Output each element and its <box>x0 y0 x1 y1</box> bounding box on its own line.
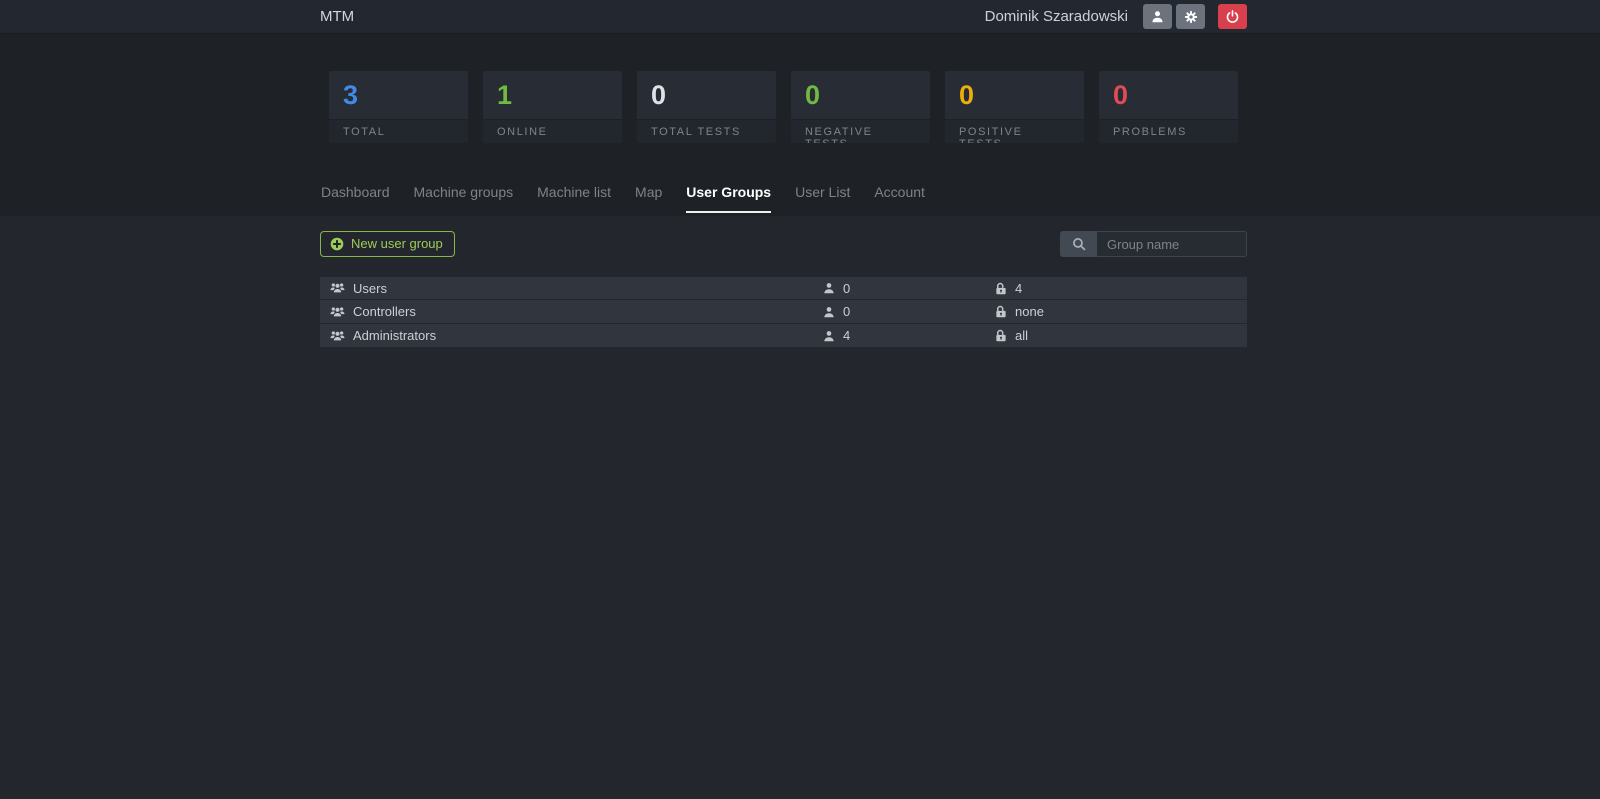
group-name: Administrators <box>353 328 436 343</box>
stat-value: 3 <box>329 71 468 119</box>
users-group-icon <box>330 306 345 318</box>
table-row[interactable]: Users 0 4 <box>320 276 1247 300</box>
app-brand: MTM <box>320 8 354 25</box>
tab-user-list[interactable]: User List <box>795 184 850 213</box>
group-name: Users <box>353 281 387 296</box>
group-name: Controllers <box>353 304 416 319</box>
plus-circle-icon <box>330 237 344 251</box>
stats-section: 3 TOTAL 1 ONLINE 0 TOTAL TESTS 0 NEGATIV… <box>0 34 1600 216</box>
current-username: Dominik Szaradowski <box>985 8 1128 25</box>
new-user-group-button[interactable]: New user group <box>320 231 455 257</box>
tab-bar: Dashboard Machine groups Machine list Ma… <box>320 184 1247 213</box>
table-row[interactable]: Administrators 4 all <box>320 324 1247 348</box>
group-search <box>1060 231 1247 257</box>
search-addon <box>1060 231 1097 257</box>
stat-label: PROBLEMS <box>1099 119 1238 143</box>
tab-machine-groups[interactable]: Machine groups <box>414 184 514 213</box>
settings-button[interactable] <box>1176 4 1205 29</box>
toolbar: New user group <box>320 231 1247 257</box>
stats-row: 3 TOTAL 1 ONLINE 0 TOTAL TESTS 0 NEGATIV… <box>320 71 1247 143</box>
group-user-count: 4 <box>843 328 850 343</box>
top-navbar: MTM Dominik Szaradowski <box>0 0 1600 34</box>
tab-machine-list[interactable]: Machine list <box>537 184 611 213</box>
unlock-icon <box>995 282 1007 295</box>
tab-map[interactable]: Map <box>635 184 662 213</box>
stat-value: 0 <box>945 71 1084 119</box>
users-group-icon <box>330 282 345 294</box>
stat-value: 0 <box>1099 71 1238 119</box>
stat-value: 1 <box>483 71 622 119</box>
profile-button[interactable] <box>1143 4 1172 29</box>
stat-card: 0 TOTAL TESTS <box>637 71 776 143</box>
stat-card: 0 POSITIVE TESTS <box>945 71 1084 143</box>
user-icon <box>823 306 835 318</box>
stat-value: 0 <box>791 71 930 119</box>
content-area: New user group <box>0 216 1600 348</box>
group-permissions: all <box>1015 328 1028 343</box>
tab-dashboard[interactable]: Dashboard <box>321 184 390 213</box>
stat-label: TOTAL <box>329 119 468 143</box>
new-user-group-label: New user group <box>351 236 443 251</box>
stat-card: 1 ONLINE <box>483 71 622 143</box>
user-icon <box>823 330 835 342</box>
tab-account[interactable]: Account <box>874 184 925 213</box>
search-icon <box>1072 237 1086 251</box>
unlock-icon <box>995 329 1007 342</box>
group-search-input[interactable] <box>1097 231 1247 257</box>
logout-button[interactable] <box>1218 4 1247 29</box>
power-icon <box>1226 10 1239 23</box>
user-icon <box>1151 10 1164 23</box>
stat-card: 0 PROBLEMS <box>1099 71 1238 143</box>
group-permissions: 4 <box>1015 281 1022 296</box>
stat-label: ONLINE <box>483 119 622 143</box>
group-user-count: 0 <box>843 304 850 319</box>
table-row[interactable]: Controllers 0 none <box>320 300 1247 324</box>
stat-label: POSITIVE TESTS <box>945 119 1084 143</box>
group-user-count: 0 <box>843 281 850 296</box>
user-icon <box>823 282 835 294</box>
stat-value: 0 <box>637 71 776 119</box>
user-groups-table: Users 0 4 <box>320 276 1247 348</box>
gear-icon <box>1184 10 1198 24</box>
tab-user-groups[interactable]: User Groups <box>686 184 771 213</box>
users-group-icon <box>330 330 345 342</box>
unlock-icon <box>995 305 1007 318</box>
stat-label: NEGATIVE TESTS <box>791 119 930 143</box>
stat-card: 0 NEGATIVE TESTS <box>791 71 930 143</box>
stat-label: TOTAL TESTS <box>637 119 776 143</box>
group-permissions: none <box>1015 304 1044 319</box>
stat-card: 3 TOTAL <box>329 71 468 143</box>
